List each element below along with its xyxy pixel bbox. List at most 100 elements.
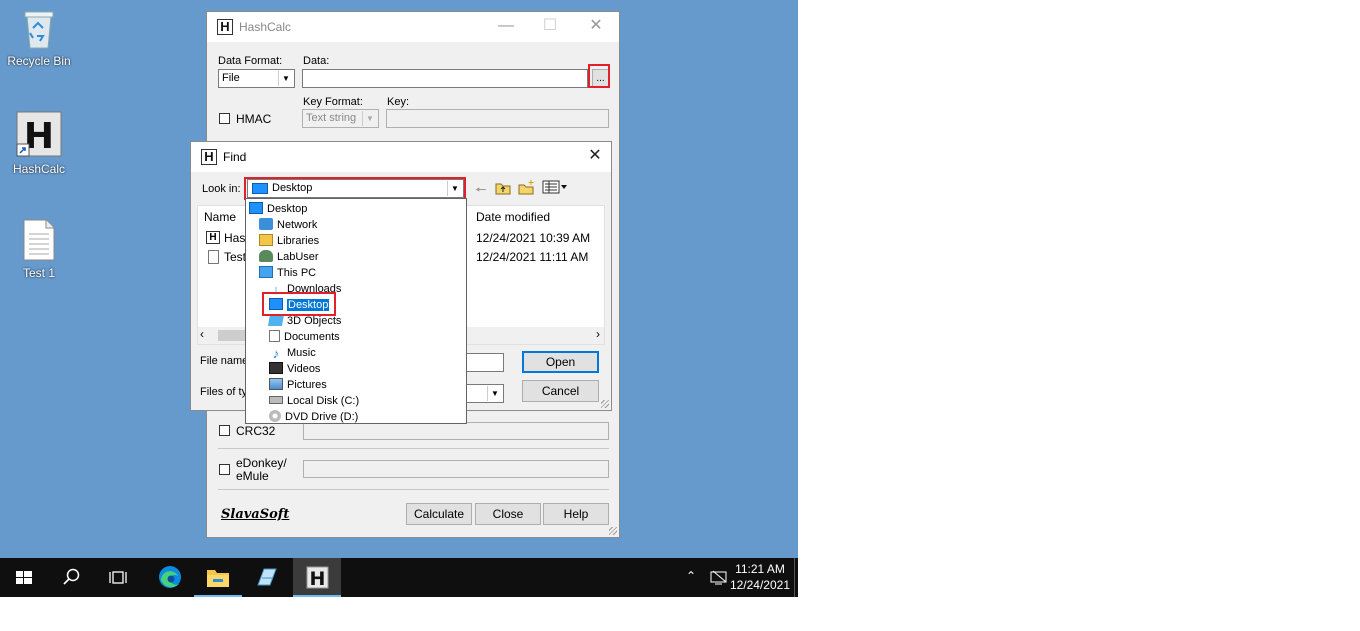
desktop-icon-recycle-bin[interactable]: Recycle Bin (0, 6, 78, 68)
music-icon: ♪ (272, 346, 280, 361)
dropdown-item-pictures[interactable]: Pictures (269, 377, 327, 393)
calculate-button[interactable]: Calculate (406, 503, 472, 525)
key-format-select: Text string ▼ (302, 109, 379, 128)
hashcalc-file-icon: H (206, 231, 220, 244)
up-folder-icon[interactable] (495, 180, 511, 198)
dropdown-item-desktop[interactable]: Desktop (249, 201, 307, 217)
file-date: 12/24/2021 10:39 AM (476, 231, 591, 245)
cancel-button[interactable]: Cancel (522, 380, 599, 402)
task-view-button[interactable] (95, 558, 143, 597)
network-status-icon[interactable] (710, 570, 728, 589)
hashcalc-title: HashCalc (239, 20, 292, 34)
file-name-label: File name (200, 355, 249, 367)
videos-icon (269, 362, 283, 374)
dvd-drive-icon (269, 410, 281, 422)
desktop: Recycle Bin H HashCalc Test 1 H HashCalc (0, 0, 798, 597)
user-icon (259, 250, 273, 262)
chevron-down-icon: ▼ (487, 386, 502, 401)
find-app-icon: H (201, 149, 217, 165)
hmac-label: HMAC (236, 112, 272, 126)
desktop-icon-hashcalc[interactable]: H HashCalc (0, 110, 78, 176)
dropdown-item-this-pc[interactable]: This PC (259, 265, 316, 281)
local-disk-icon (269, 396, 283, 404)
edonkey-output[interactable] (303, 460, 609, 478)
hashcalc-desktop-label: HashCalc (12, 162, 66, 176)
dropdown-item-libraries[interactable]: Libraries (259, 233, 319, 249)
highlight-desktop-item (262, 292, 336, 316)
resize-grip-icon[interactable] (609, 527, 617, 535)
file-explorer-taskbar-button[interactable] (194, 558, 242, 597)
text-file-icon (22, 218, 56, 262)
dropdown-item-documents[interactable]: Documents (269, 329, 340, 345)
help-button[interactable]: Help (543, 503, 609, 525)
show-desktop-button[interactable] (794, 558, 798, 597)
data-input[interactable] (302, 69, 588, 88)
key-format-label: Key Format: (303, 96, 363, 108)
back-arrow-icon[interactable]: 🠔 (475, 181, 486, 203)
close-button[interactable]: Close (475, 503, 541, 525)
chevron-down-icon: ▼ (278, 71, 293, 86)
close-window-button[interactable]: ✕ (581, 15, 611, 37)
recycle-bin-icon (19, 6, 59, 50)
minimize-button[interactable]: — (491, 15, 521, 37)
folder-icon (207, 570, 229, 587)
dropdown-item-dvd-drive[interactable]: DVD Drive (D:) (269, 409, 358, 425)
hashcalc-app-icon: H (217, 19, 233, 35)
crc32-checkbox[interactable] (219, 425, 230, 436)
documents-icon (269, 330, 280, 342)
edge-taskbar-button[interactable] (146, 558, 194, 597)
file-name[interactable]: Test (224, 250, 246, 264)
edonkey-checkbox[interactable] (219, 464, 230, 475)
dropdown-item-labuser[interactable]: LabUser (259, 249, 319, 265)
find-title: Find (223, 150, 247, 164)
data-format-value: File (222, 72, 240, 84)
highlight-browse-button (588, 64, 610, 88)
highlight-look-in (244, 177, 466, 200)
recycle-bin-label: Recycle Bin (7, 54, 71, 68)
data-format-select[interactable]: File ▼ (218, 69, 295, 88)
chevron-down-icon: ▼ (362, 111, 377, 126)
desktop-icon-test1[interactable]: Test 1 (0, 218, 78, 280)
scroll-left-icon[interactable]: ‹ (200, 327, 204, 341)
app-taskbar-button[interactable] (242, 558, 290, 597)
view-menu-icon[interactable] (542, 180, 568, 197)
dropdown-item-local-disk[interactable]: Local Disk (C:) (269, 393, 359, 409)
clock[interactable]: 11:21 AM 12/24/2021 (730, 561, 790, 593)
close-dialog-button[interactable]: ✕ (580, 145, 610, 167)
look-in-label: Look in: (202, 183, 241, 195)
search-icon (63, 568, 80, 585)
running-indicator (293, 595, 341, 597)
search-button[interactable] (47, 558, 95, 597)
hashcalc-icon: H (306, 566, 329, 590)
resize-grip-icon[interactable] (601, 400, 609, 408)
hashcalc-shortcut-icon: H (15, 110, 63, 158)
pictures-icon (269, 378, 283, 390)
start-button[interactable] (0, 558, 48, 597)
open-button[interactable]: Open (522, 351, 599, 373)
taskbar: H ⌃ 11:21 AM 12/24/2021 (0, 558, 798, 597)
this-pc-icon (259, 266, 273, 278)
test1-label: Test 1 (22, 266, 55, 280)
files-of-type-select[interactable]: ▼ (461, 384, 504, 403)
name-column-header[interactable]: Name (204, 210, 236, 224)
slavasoft-logo: SlavaSoft (221, 507, 290, 522)
data-label: Data: (303, 55, 330, 67)
date-column-header[interactable]: Date modified (476, 210, 550, 224)
dropdown-item-videos[interactable]: Videos (269, 361, 320, 377)
scroll-right-icon[interactable]: › (596, 327, 600, 341)
task-view-icon (109, 571, 127, 584)
key-label: Key: (387, 96, 410, 108)
clock-date: 12/24/2021 (729, 578, 790, 592)
hashcalc-taskbar-button[interactable]: H (293, 558, 341, 597)
chevron-up-icon[interactable]: ⌃ (686, 569, 696, 583)
new-folder-icon[interactable] (518, 179, 536, 198)
dropdown-item-network[interactable]: Network (259, 217, 317, 233)
find-titlebar[interactable]: H Find ✕ (191, 142, 611, 172)
crc32-label: CRC32 (236, 424, 276, 438)
hmac-checkbox[interactable] (219, 113, 230, 124)
maximize-button[interactable]: ☐ (535, 15, 565, 37)
data-format-label: Data Format: (218, 55, 283, 67)
dropdown-item-music[interactable]: ♪ Music (269, 345, 316, 361)
hashcalc-titlebar[interactable]: H HashCalc — ☐ ✕ (207, 12, 619, 42)
file-name-input[interactable] (461, 353, 504, 372)
